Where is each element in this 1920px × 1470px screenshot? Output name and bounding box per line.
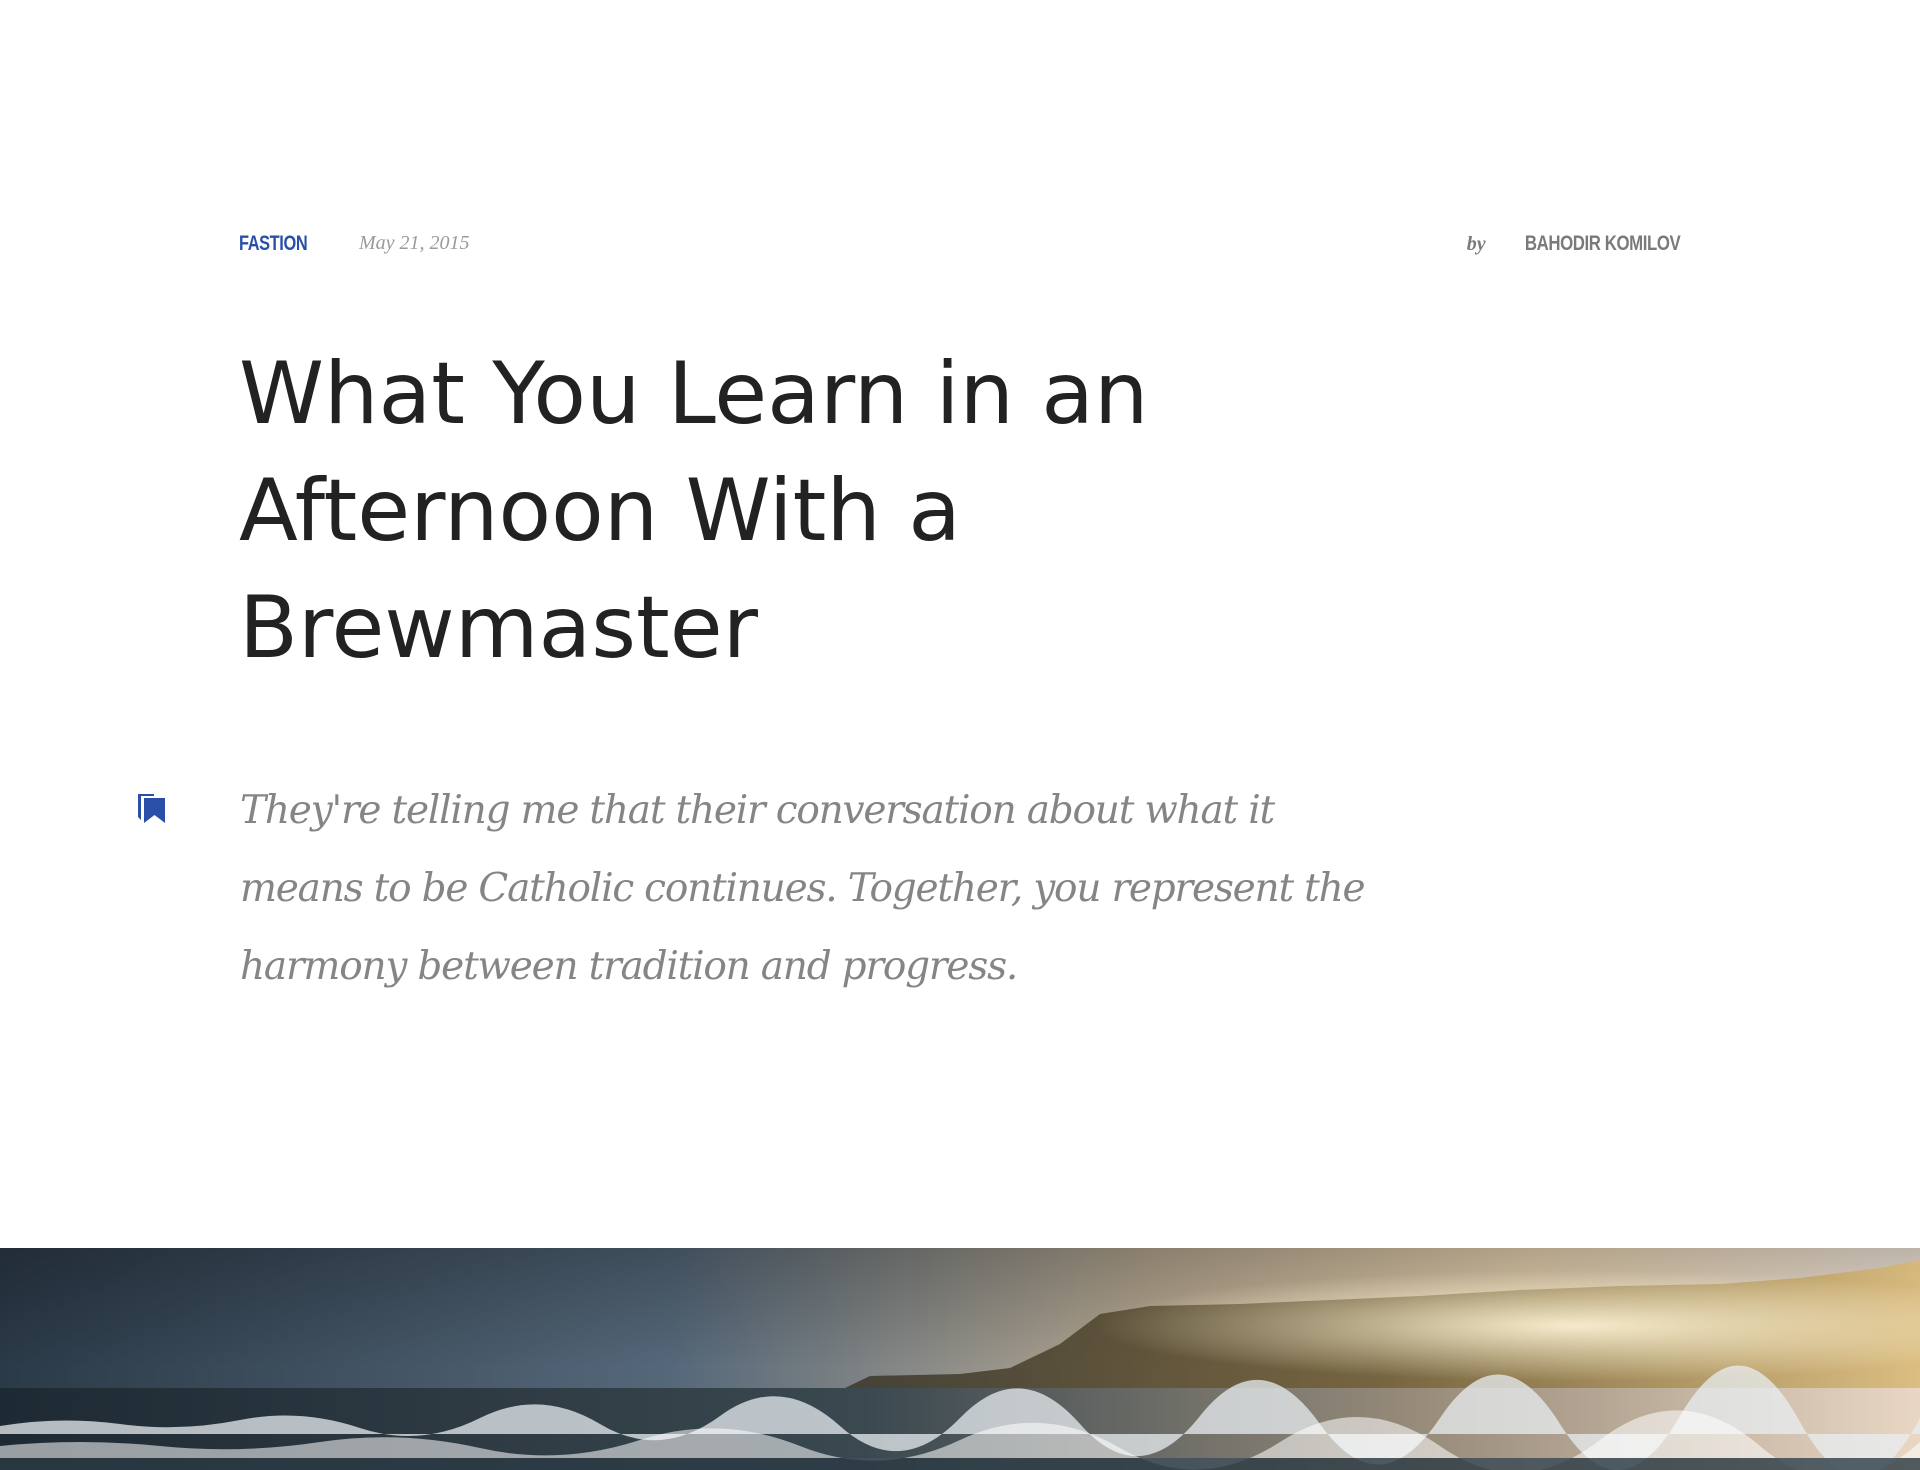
byline-prefix: by <box>1466 233 1486 255</box>
lead-quote: They're telling me that their conversati… <box>240 788 1366 989</box>
article-meta: FASTION May 21, 2015 by BAHODIR KOMILOV <box>239 230 1680 260</box>
bookmark-icon <box>137 792 167 824</box>
byline: by BAHODIR KOMILOV <box>1466 232 1681 256</box>
article-title: What You Learn in an Afternoon With a Br… <box>239 344 1149 678</box>
author-link[interactable]: BAHODIR KOMILOV <box>1525 232 1681 256</box>
category-link[interactable]: FASTION <box>239 232 308 256</box>
hero-image <box>0 1248 1920 1470</box>
post-date: May 21, 2015 <box>359 232 470 254</box>
